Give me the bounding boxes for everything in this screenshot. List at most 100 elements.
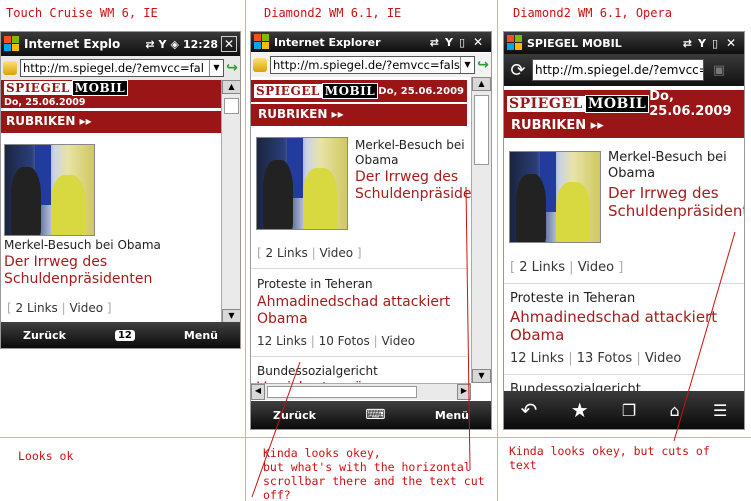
- links-link[interactable]: 2 Links: [266, 246, 308, 260]
- vertical-scrollbar[interactable]: ▲ ▼: [471, 77, 491, 383]
- vertical-scrollbar[interactable]: ▲ ▼: [221, 80, 240, 323]
- signal-icon[interactable]: Y: [159, 38, 167, 51]
- links-link[interactable]: 12 Links: [257, 334, 307, 348]
- signal-icon[interactable]: Y: [445, 36, 453, 49]
- scroll-up-icon[interactable]: ▲: [222, 80, 240, 94]
- article-separator: [504, 374, 744, 375]
- photos-link[interactable]: 10 Fotos: [319, 334, 370, 348]
- photos-link[interactable]: 13 Fotos: [577, 351, 632, 366]
- video-link[interactable]: Video: [319, 246, 353, 260]
- tabs-count-badge[interactable]: 12: [114, 329, 135, 341]
- article-meta-links: [ 2 Links | Video ]: [7, 301, 112, 315]
- url-dropdown-icon[interactable]: ▼: [209, 60, 223, 76]
- rubriken-link[interactable]: RUBRIKEN ▸▸: [1, 111, 221, 133]
- window-title: Internet Explo: [24, 37, 121, 51]
- annotation-diamond2-ie: Kinda looks okey, but what's with the ho…: [263, 446, 485, 501]
- links-link[interactable]: 2 Links: [519, 260, 565, 275]
- url-dropdown-icon[interactable]: ▼: [460, 57, 474, 73]
- article-headline[interactable]: Der Irrweg des Schuldenpräsider: [355, 169, 477, 203]
- title-bar: Internet Explo ⇄ Y ◈ 12:28 ✕: [1, 32, 240, 56]
- date-label: Do, 25.06.2009: [649, 89, 732, 119]
- article-separator: [251, 356, 467, 357]
- menu-icon[interactable]: ☰: [713, 401, 727, 420]
- soft-key-bar: Zurück 12 Menü: [1, 322, 240, 348]
- rubriken-link[interactable]: RUBRIKEN ▸▸: [504, 116, 744, 138]
- article-kicker: Merkel-Besuch bei Obama: [608, 150, 727, 181]
- battery-icon[interactable]: ▯: [712, 37, 718, 50]
- brand-header: SPIEGEL MOBIL Do, 25.06.2009: [504, 89, 744, 119]
- close-icon[interactable]: ✕: [221, 36, 237, 52]
- scroll-right-icon[interactable]: ▶: [457, 384, 471, 400]
- links-link[interactable]: 12 Links: [510, 351, 564, 366]
- url-input[interactable]: http://m.spiegel.de/?emvcc=fa: [532, 59, 704, 81]
- title-bar: SPIEGEL MOBIL ⇄ Y ▯ ✕: [504, 32, 744, 54]
- phone-screen-diamond2-ie: Internet Explorer ⇄ Y ▯ ✕ http://m.spieg…: [250, 31, 492, 430]
- row-divider: [0, 437, 751, 438]
- scroll-thumb[interactable]: [474, 95, 489, 165]
- rubriken-link[interactable]: RUBRIKEN ▸▸: [251, 104, 467, 126]
- stop-icon[interactable]: ▣: [704, 63, 734, 78]
- article-photo[interactable]: [4, 144, 95, 236]
- spiegel-logo[interactable]: SPIEGEL MOBIL: [507, 95, 650, 113]
- close-icon[interactable]: ✕: [723, 35, 739, 51]
- back-icon[interactable]: ↶: [521, 398, 538, 422]
- address-bar: http://m.spiegel.de/?emvcc=fals ▼ ↪: [251, 53, 491, 77]
- url-input[interactable]: http://m.spiegel.de/?emvcc=fals ▼: [270, 56, 475, 74]
- column-title-diamond2-ie: Diamond2 WM 6.1, IE: [264, 6, 402, 20]
- connectivity-icon[interactable]: ⇄: [145, 38, 154, 51]
- address-bar: http://m.spiegel.de/?emvcc=fal ▼ ↪: [1, 56, 240, 80]
- back-softkey[interactable]: Zurück: [273, 409, 316, 422]
- article-meta-links: [ 2 Links | Video ]: [257, 246, 362, 260]
- phone-screen-diamond2-opera: SPIEGEL MOBIL ⇄ Y ▯ ✕ ⟳ http://m.spiegel…: [503, 31, 745, 430]
- connectivity-icon[interactable]: ⇄: [430, 36, 439, 49]
- video-link[interactable]: Video: [645, 351, 681, 366]
- phone-screen-touch-cruise: Internet Explo ⇄ Y ◈ 12:28 ✕ http://m.sp…: [0, 31, 241, 349]
- window-title: Internet Explorer: [274, 35, 381, 49]
- article-kicker: Merkel-Besuch bei Obama: [4, 238, 161, 252]
- url-input[interactable]: http://m.spiegel.de/?emvcc=fal ▼: [20, 59, 224, 77]
- keyboard-icon[interactable]: ⌨: [365, 407, 385, 423]
- scroll-down-icon[interactable]: ▼: [472, 369, 491, 383]
- spiegel-logo[interactable]: SPIEGEL MOBIL: [4, 80, 129, 96]
- brand-header: SPIEGEL MOBIL Do, 25.06.2009: [251, 80, 467, 102]
- video-link[interactable]: Video: [381, 334, 415, 348]
- article-headline[interactable]: Ahmadinedschad attackiert Obama: [257, 294, 450, 328]
- reload-icon[interactable]: ⟳: [504, 60, 532, 81]
- column-divider: [497, 0, 498, 501]
- windows-start-icon[interactable]: [254, 34, 270, 50]
- scroll-down-icon[interactable]: ▼: [222, 309, 240, 323]
- connectivity-icon[interactable]: ⇄: [683, 37, 692, 50]
- menu-softkey[interactable]: Menü: [435, 409, 469, 422]
- article-photo[interactable]: [509, 151, 601, 243]
- article-headline[interactable]: Der Irrweg des Schuldenpräsidenten: [4, 254, 152, 288]
- scroll-left-icon[interactable]: ◀: [251, 384, 265, 400]
- menu-softkey[interactable]: Menü: [184, 329, 218, 342]
- article-meta-links: 12 Links | 13 Fotos | Video: [510, 351, 682, 366]
- windows-start-icon[interactable]: [4, 36, 20, 52]
- scroll-thumb[interactable]: [224, 98, 239, 114]
- scroll-up-icon[interactable]: ▲: [472, 77, 491, 91]
- go-icon[interactable]: ↪: [224, 60, 240, 76]
- sound-icon[interactable]: ◈: [171, 38, 179, 51]
- signal-icon[interactable]: Y: [698, 37, 706, 50]
- links-link[interactable]: 2 Links: [16, 301, 58, 315]
- windows-start-icon[interactable]: [507, 35, 523, 51]
- brand-header: SPIEGEL MOBIL Do, 25.06.2009: [1, 80, 221, 108]
- bookmark-star-icon[interactable]: ★: [571, 398, 589, 422]
- video-link[interactable]: Video: [578, 260, 614, 275]
- video-link[interactable]: Video: [69, 301, 103, 315]
- home-icon[interactable]: ⌂: [670, 401, 680, 420]
- tabs-icon[interactable]: ❐: [622, 401, 636, 420]
- hscroll-thumb[interactable]: [267, 386, 417, 398]
- back-softkey[interactable]: Zurück: [23, 329, 66, 342]
- go-icon[interactable]: ↪: [475, 57, 491, 73]
- clock[interactable]: 12:28: [183, 38, 218, 51]
- horizontal-scrollbar[interactable]: ◀ ▶: [251, 383, 471, 400]
- article-kicker: Proteste in Teheran: [510, 291, 636, 306]
- close-icon[interactable]: ✕: [470, 34, 486, 50]
- article-photo[interactable]: [256, 137, 348, 230]
- article-headline[interactable]: Der Irrweg des Schuldenpräsidente: [608, 184, 744, 220]
- battery-icon[interactable]: ▯: [459, 36, 465, 49]
- article-headline[interactable]: Ahmadinedschad attackiert Obama: [510, 308, 717, 344]
- spiegel-logo[interactable]: SPIEGEL MOBIL: [254, 83, 379, 99]
